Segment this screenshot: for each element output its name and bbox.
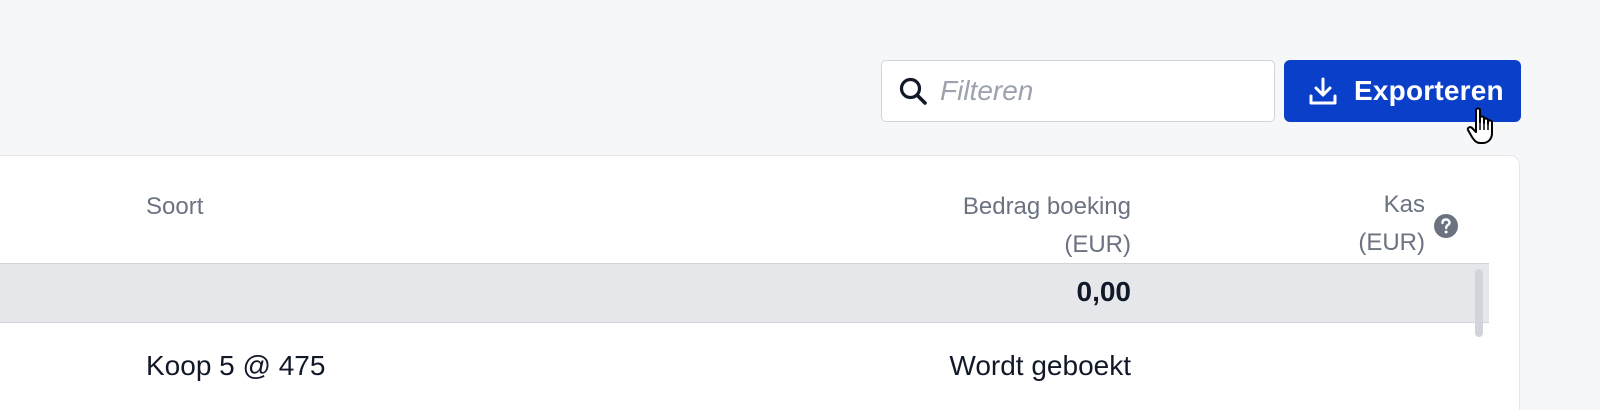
column-header-bedrag-label: Bedrag boeking xyxy=(962,193,1131,220)
column-header-kas[interactable]: Kas (EUR) xyxy=(1301,186,1425,262)
table-row[interactable]: Koop 5 @ 475 Wordt geboekt xyxy=(0,326,1489,406)
hand-pointer-icon xyxy=(1466,107,1493,144)
filter-input-wrapper[interactable] xyxy=(881,60,1275,122)
filter-input[interactable] xyxy=(940,75,1260,107)
column-header-bedrag[interactable]: Bedrag boeking (EUR) xyxy=(891,188,1131,264)
summary-row: 0,00 xyxy=(0,263,1489,323)
column-header-bedrag-unit: (EUR) xyxy=(1064,231,1131,258)
search-icon xyxy=(898,76,928,106)
question-circle-icon[interactable] xyxy=(1433,213,1459,239)
page: Exporteren Soort Bedrag boeking (EUR) Ka… xyxy=(0,0,1600,410)
column-header-kas-label: Kas xyxy=(1383,191,1425,218)
column-header-kas-unit: (EUR) xyxy=(1358,229,1425,256)
scrollbar[interactable] xyxy=(1475,269,1483,337)
column-header-soort[interactable]: Soort xyxy=(146,188,203,226)
cell-bedrag: Wordt geboekt xyxy=(949,350,1131,381)
download-icon xyxy=(1308,76,1338,106)
summary-bedrag: 0,00 xyxy=(1076,276,1132,307)
cell-soort: Koop 5 @ 475 xyxy=(146,350,326,381)
export-button-label: Exporteren xyxy=(1354,75,1504,106)
transactions-table: Soort Bedrag boeking (EUR) Kas (EUR) 0,0… xyxy=(0,155,1520,410)
